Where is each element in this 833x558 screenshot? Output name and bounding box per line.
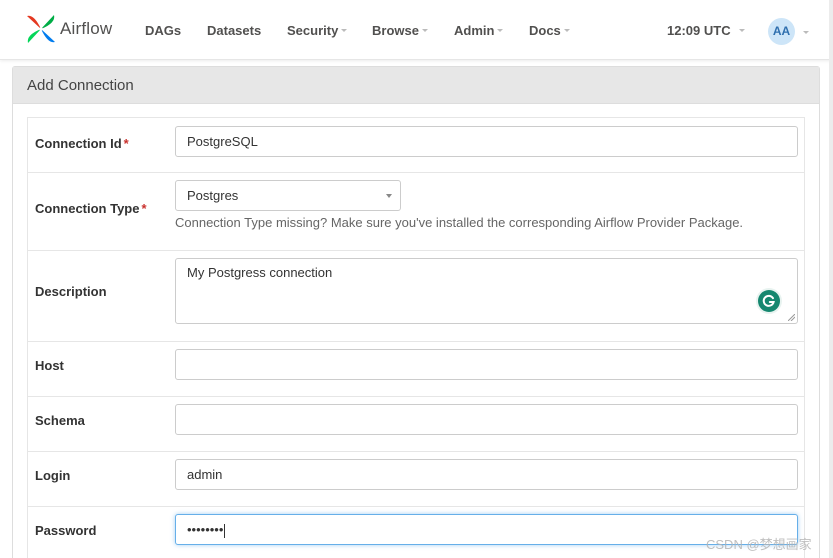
description-label: Description bbox=[35, 284, 107, 299]
conn-type-select[interactable]: Postgres bbox=[175, 180, 401, 211]
nav-datasets-label: Datasets bbox=[207, 23, 262, 38]
nav-dags-label: DAGs bbox=[145, 23, 182, 38]
form-row-host: Host bbox=[27, 342, 805, 397]
chevron-down-icon bbox=[386, 194, 392, 198]
conn-type-help-text: Connection Type missing? Make sure you'v… bbox=[175, 215, 744, 230]
conn-type-label: Connection Type * bbox=[35, 201, 147, 216]
watermark: CSDN @梦想画家 bbox=[706, 537, 812, 552]
resize-handle-icon[interactable] bbox=[788, 314, 795, 321]
nav-datasets[interactable]: Datasets bbox=[207, 23, 261, 38]
description-textarea[interactable]: My Postgress connection bbox=[175, 258, 798, 324]
form-row-description: Description My Postgress connection bbox=[27, 251, 805, 342]
airflow-logo-icon bbox=[27, 15, 55, 43]
chevron-down-icon bbox=[497, 29, 504, 33]
login-input[interactable]: admin bbox=[175, 459, 798, 490]
host-input[interactable] bbox=[175, 349, 798, 380]
clock-time: 12:09 UTC bbox=[667, 23, 731, 38]
schema-input[interactable] bbox=[175, 404, 798, 435]
schema-label: Schema bbox=[35, 413, 85, 428]
chevron-down-icon bbox=[738, 29, 745, 33]
navbar: Airflow DAGs Datasets Security Browse Ad… bbox=[0, 0, 833, 60]
chevron-down-icon[interactable] bbox=[803, 31, 809, 34]
nav-dags[interactable]: DAGs bbox=[145, 23, 181, 38]
password-input[interactable]: •••••••• bbox=[175, 514, 798, 545]
chevron-down-icon bbox=[421, 29, 428, 33]
password-label: Password bbox=[35, 523, 97, 538]
nav-browse-label: Browse bbox=[372, 23, 419, 38]
nav-docs[interactable]: Docs bbox=[529, 23, 570, 38]
scrollbar[interactable] bbox=[829, 0, 833, 558]
nav-browse[interactable]: Browse bbox=[372, 23, 428, 38]
form-row-schema: Schema bbox=[27, 397, 805, 452]
form-row-login: Login admin bbox=[27, 452, 805, 507]
nav-admin[interactable]: Admin bbox=[454, 23, 504, 38]
grammarly-g-icon bbox=[762, 294, 775, 307]
panel-title: Add Connection bbox=[13, 67, 819, 104]
required-marker: * bbox=[123, 136, 129, 151]
password-masked-value: •••••••• bbox=[187, 522, 224, 537]
chevron-down-icon bbox=[563, 29, 570, 33]
nav-security[interactable]: Security bbox=[287, 23, 348, 38]
clock-dropdown[interactable]: 12:09 UTC bbox=[667, 23, 745, 38]
nav-docs-label: Docs bbox=[529, 23, 561, 38]
nav-admin-label: Admin bbox=[454, 23, 495, 38]
host-label: Host bbox=[35, 358, 64, 373]
grammarly-icon[interactable] bbox=[758, 290, 780, 312]
form-row-conn-id: Connection Id * PostgreSQL bbox=[27, 117, 805, 173]
form-row-password: Password •••••••• bbox=[27, 507, 805, 558]
conn-id-label-text: Connection Id bbox=[35, 136, 122, 151]
conn-id-label: Connection Id * bbox=[35, 136, 129, 151]
conn-type-label-text: Connection Type bbox=[35, 201, 140, 216]
brand-logo-link[interactable]: Airflow bbox=[24, 12, 112, 46]
nav-security-label: Security bbox=[287, 23, 339, 38]
chevron-down-icon bbox=[341, 29, 348, 33]
description-value: My Postgress connection bbox=[187, 265, 333, 280]
conn-type-selected-value: Postgres bbox=[187, 188, 239, 203]
required-marker: * bbox=[141, 201, 147, 216]
brand-name: Airflow bbox=[60, 19, 113, 38]
text-cursor bbox=[224, 523, 226, 538]
login-label: Login bbox=[35, 468, 71, 483]
form-row-conn-type: Connection Type * Postgres Connection Typ… bbox=[27, 173, 805, 251]
user-avatar[interactable]: AA bbox=[768, 18, 795, 45]
conn-id-input[interactable]: PostgreSQL bbox=[175, 126, 798, 157]
